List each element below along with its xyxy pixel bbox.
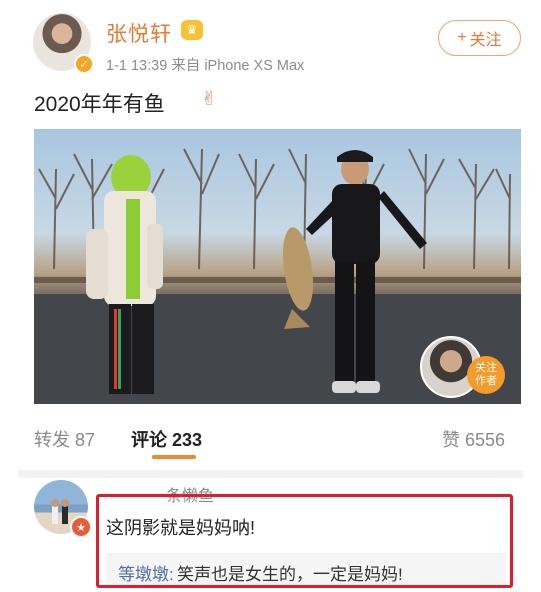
member-badge-icon: ★ <box>70 516 92 538</box>
tab-comment-count: 233 <box>172 430 203 450</box>
plus-icon: + <box>457 29 467 46</box>
post-meta: 1-1 13:39 来自 iPhone XS Max <box>106 54 304 75</box>
follow-author-label-2: 作者 <box>475 375 497 387</box>
tab-like-label: 赞 <box>442 430 460 450</box>
author-name[interactable]: 张悦轩 <box>106 18 172 48</box>
crown-icon: ♛ <box>181 20 203 40</box>
tab-repost-count: 87 <box>75 430 96 450</box>
tab-like[interactable]: 赞 6556 <box>442 426 505 452</box>
follow-author-button[interactable]: 关注 作者 <box>467 356 505 394</box>
tab-repost[interactable]: 转发 87 <box>34 426 95 452</box>
tab-comment[interactable]: 评论 233 <box>131 426 202 452</box>
tab-comment-label: 评论 <box>131 430 167 450</box>
post-source: 来自 iPhone XS Max <box>171 58 305 74</box>
follow-author-label-1: 关注 <box>475 362 497 374</box>
highlight-annotation-box <box>96 494 513 588</box>
active-tab-indicator <box>152 455 196 459</box>
verified-badge-icon: ✓ <box>74 54 94 74</box>
post-text: 2020年年有鱼 <box>34 93 165 116</box>
follow-button[interactable]: + 关注 <box>438 20 521 56</box>
post-time: 1-1 13:39 <box>106 58 168 74</box>
tab-repost-label: 转发 <box>34 430 70 450</box>
victory-hand-icon: ✌ <box>201 89 217 110</box>
section-divider <box>18 470 523 478</box>
tab-like-count: 6556 <box>465 430 506 450</box>
follow-button-label: 关注 <box>469 32 502 49</box>
